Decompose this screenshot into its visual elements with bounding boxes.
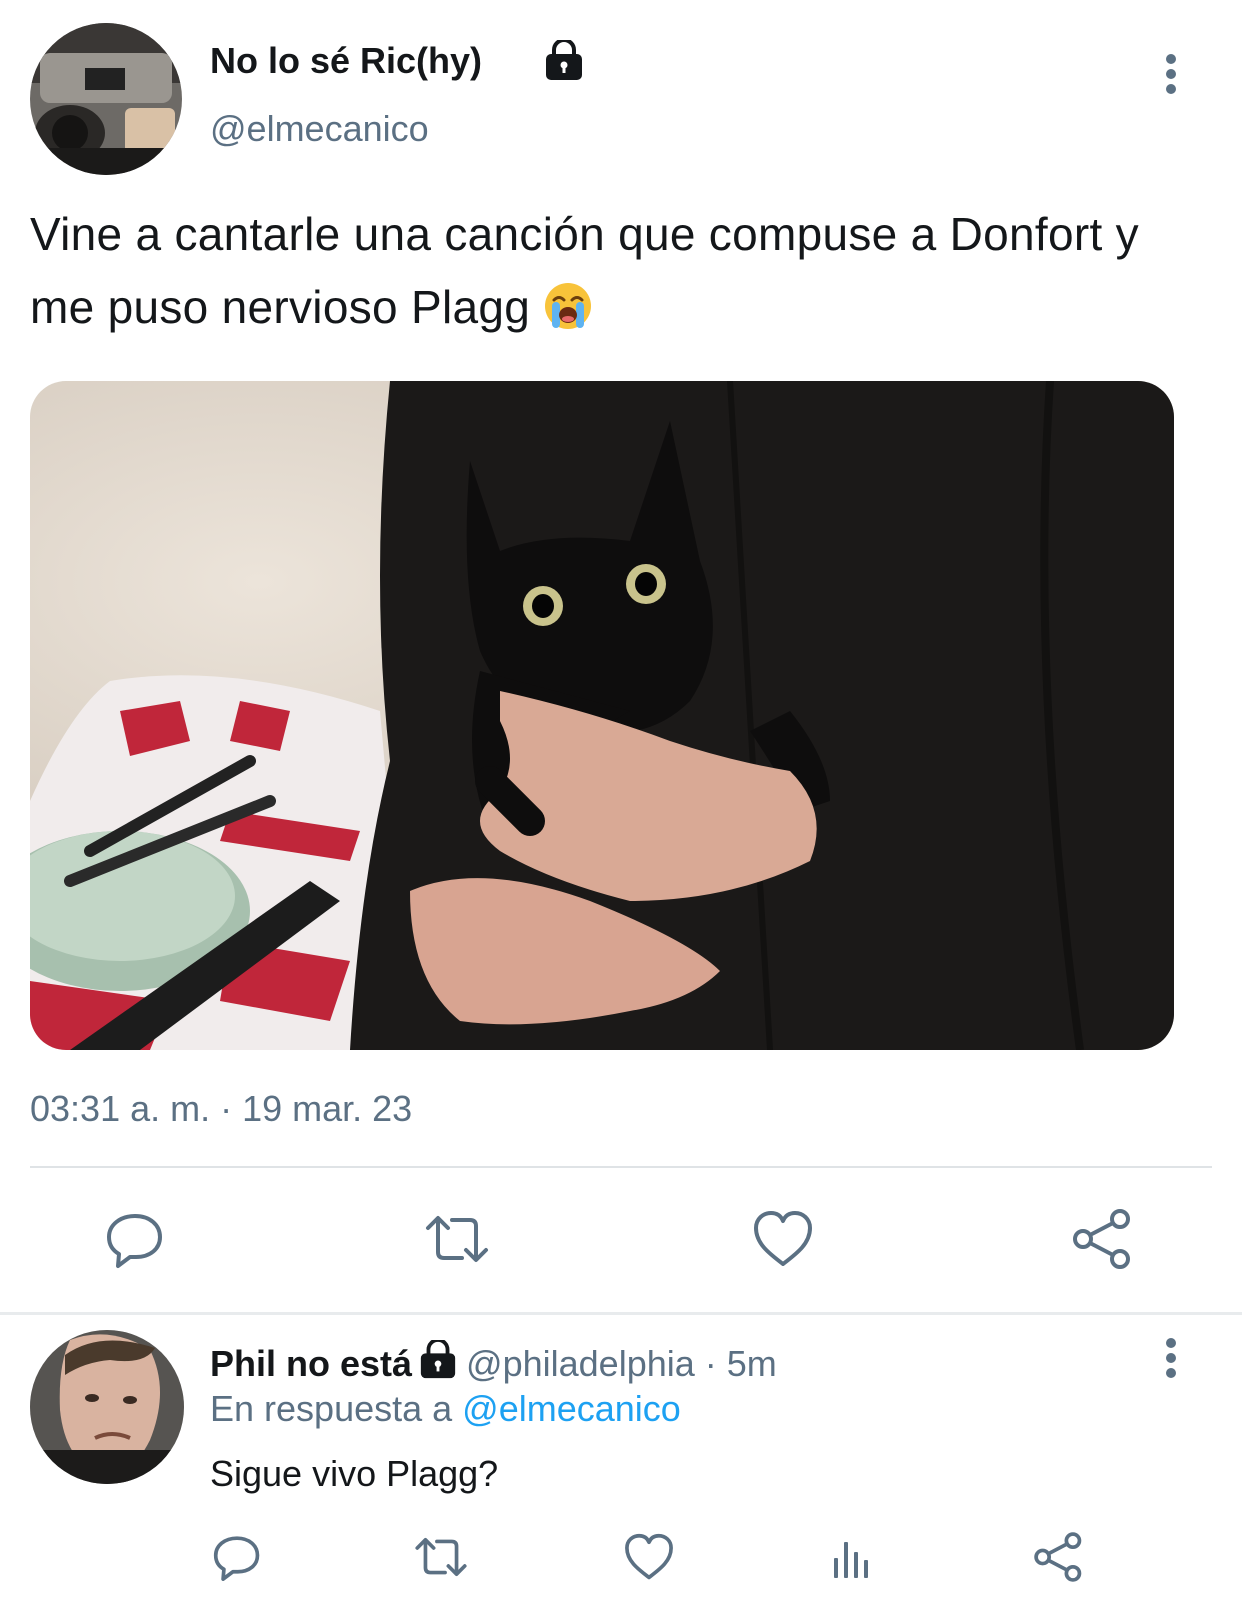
divider [0,1312,1242,1315]
reply-handle-time[interactable]: @philadelphia · 5m [466,1343,777,1384]
tweet-text: Vine a cantarle una canción que compuse … [30,198,1180,344]
reply-context-mention[interactable]: @elmecanico [462,1388,681,1429]
reply-author-display-name[interactable]: Phil no está [210,1343,412,1384]
reply-author-avatar[interactable] [30,1330,184,1484]
stats-icon[interactable] [826,1530,880,1584]
more-options-icon[interactable] [1163,1338,1179,1378]
author-avatar[interactable] [30,23,182,175]
reply-context: En respuesta a @elmecanico [210,1388,681,1430]
protected-lock-icon [418,1338,458,1380]
reply-text: Sigue vivo Plagg? [210,1453,499,1494]
protected-lock-icon [543,38,585,82]
like-icon[interactable] [622,1530,676,1584]
divider [30,1166,1212,1168]
more-options-icon[interactable] [1163,54,1179,94]
reply-icon[interactable] [102,1206,168,1272]
loudly-crying-face-icon [543,279,593,329]
reply-icon[interactable] [210,1530,264,1584]
tweet-timestamp[interactable]: 03:31 a. m. · 19 mar. 23 [30,1088,412,1130]
reply-header: Phil no está @philadelphia · 5m [210,1338,777,1385]
author-display-name[interactable]: No lo sé Ric(hy) [210,40,482,82]
reply-context-prefix: En respuesta a [210,1388,453,1429]
share-icon[interactable] [1032,1530,1086,1584]
like-icon[interactable] [750,1206,816,1272]
retweet-icon[interactable] [414,1530,468,1584]
share-icon[interactable] [1070,1206,1136,1272]
retweet-icon[interactable] [424,1206,490,1272]
tweet-photo[interactable] [30,381,1174,1050]
author-handle[interactable]: @elmecanico [210,108,429,150]
